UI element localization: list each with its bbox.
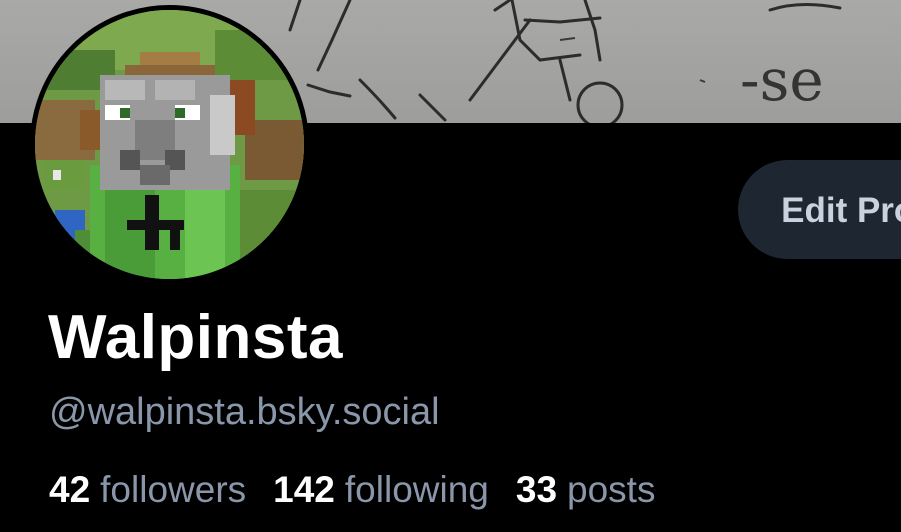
avatar[interactable] [30, 5, 309, 284]
posts-label: posts [567, 469, 656, 510]
banner-scribble-text: -se [740, 46, 824, 114]
display-name: Walpinsta [48, 303, 344, 372]
followers-label: followers [100, 469, 247, 510]
followers-count: 42 [49, 469, 91, 510]
profile-stats: 42 followers 142 following 33 posts [49, 466, 682, 514]
following-stat[interactable]: 142 following [273, 466, 489, 514]
edit-profile-button[interactable]: Edit Profile [738, 160, 901, 259]
followers-stat[interactable]: 42 followers [49, 466, 246, 514]
profile-handle: @walpinsta.bsky.social [49, 391, 440, 433]
following-label: following [344, 469, 489, 510]
posts-stat[interactable]: 33 posts [516, 466, 656, 514]
minecraft-goat-avatar-image [35, 10, 304, 279]
following-count: 142 [273, 469, 335, 510]
profile-page: -se Edit Pr Walpinsta @walpinsta.bsky.so… [0, 0, 901, 532]
posts-count: 33 [515, 469, 558, 510]
